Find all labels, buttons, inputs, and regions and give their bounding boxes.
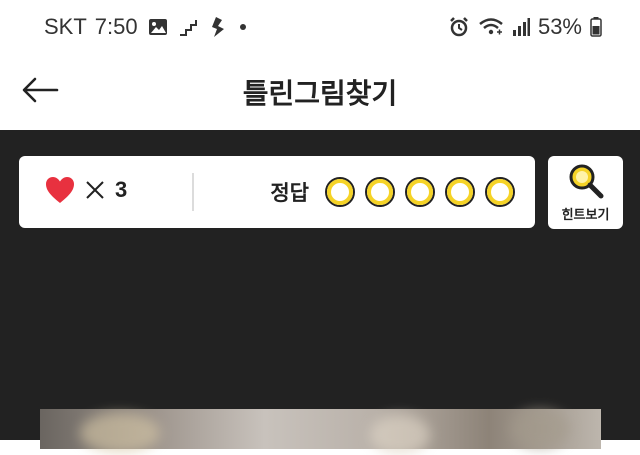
status-bar-right: 53% xyxy=(448,14,602,40)
clock: 7:50 xyxy=(94,14,138,39)
divider xyxy=(192,173,194,211)
hint-button[interactable]: 힌트보기 xyxy=(548,156,623,229)
answer-label: 정답 xyxy=(270,181,309,205)
heart-icon xyxy=(45,176,75,204)
score-card: 3 정답 xyxy=(19,156,535,228)
game-area: 3 정답 힌트보기 xyxy=(0,130,640,455)
battery-percent: 53% xyxy=(537,14,582,39)
game-icon xyxy=(208,16,228,38)
magnifier-icon xyxy=(567,162,605,200)
carrier-label: SKT xyxy=(44,14,87,39)
answer-slot-icon xyxy=(363,175,397,209)
gallery-icon xyxy=(148,18,168,36)
battery-icon xyxy=(590,17,602,37)
answer-slot-icon xyxy=(403,175,437,209)
answer-slot-icon xyxy=(323,175,357,209)
lives-indicator: 3 xyxy=(45,176,127,204)
wifi-icon xyxy=(478,16,504,38)
answer-slot-icon xyxy=(483,175,517,209)
app-header: 틀린그림찾기 xyxy=(0,54,640,130)
status-bar-left: SKT 7:50 xyxy=(44,14,248,40)
dot-icon xyxy=(238,22,248,32)
image-detail xyxy=(370,415,430,455)
times-icon xyxy=(85,180,105,200)
lives-count: 3 xyxy=(115,177,128,202)
image-detail xyxy=(510,409,570,449)
step-icon xyxy=(178,18,198,36)
puzzle-image[interactable] xyxy=(40,409,601,455)
answer-progress: 정답 xyxy=(270,175,517,209)
hint-label: 힌트보기 xyxy=(561,208,610,223)
alarm-icon xyxy=(448,16,470,38)
image-detail xyxy=(80,413,160,453)
page-title: 틀린그림찾기 xyxy=(242,77,398,110)
signal-icon xyxy=(512,17,530,37)
status-bar: SKT 7:50 53% xyxy=(0,0,640,54)
answer-slot-icon xyxy=(443,175,477,209)
